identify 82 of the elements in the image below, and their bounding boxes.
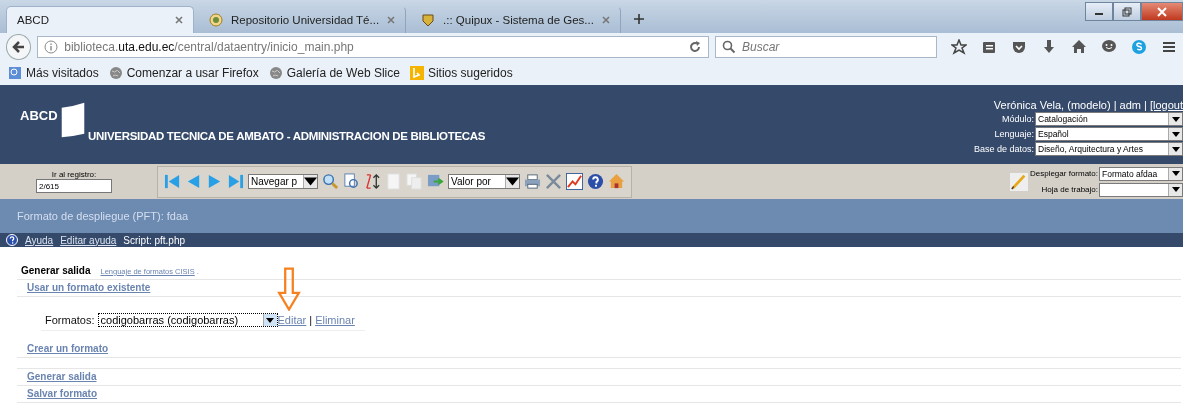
script-name: Script: pft.php — [123, 234, 186, 246]
globe-icon — [268, 66, 283, 80]
address-bar[interactable]: biblioteca.uta.edu.ec/central/dataentry/inicio_main.php — [37, 36, 709, 58]
sort-icon[interactable] — [364, 173, 381, 190]
caret-icon — [266, 317, 274, 323]
value-dropdown[interactable]: Valor por — [448, 174, 520, 189]
bookmark-link[interactable]: Comenzar a usar Firefox — [126, 66, 259, 80]
select-label: Lenguaje: — [994, 129, 1034, 139]
shield-icon — [421, 13, 436, 27]
worksheet-dropdown[interactable] — [1099, 182, 1183, 197]
plus-icon[interactable] — [632, 13, 645, 25]
caret-icon — [1171, 171, 1180, 176]
chat-icon[interactable] — [1101, 39, 1117, 55]
create-format-link[interactable]: Crear un formato — [27, 343, 109, 354]
seal-icon — [209, 13, 223, 27]
minimize-button[interactable] — [1085, 2, 1113, 21]
period-text: . — [196, 267, 199, 276]
help-link[interactable]: Ayuda — [25, 234, 54, 246]
bing-icon — [409, 66, 424, 80]
bookmark-link[interactable]: Sitios sugeridos — [427, 66, 513, 80]
close-icon — [1157, 6, 1167, 17]
edit-link[interactable]: Editar — [277, 314, 307, 326]
institution-title: UNIVERSIDAD TECNICA DE AMBATO - ADMINISTRACION DE BIBLIOTECAS — [88, 130, 486, 142]
clipboard-icon[interactable] — [981, 39, 997, 55]
format-dropdown[interactable]: Formato afdaa — [1099, 166, 1183, 181]
navigate-dropdown[interactable]: Navegar p — [248, 174, 318, 189]
restore-button[interactable] — [1113, 2, 1141, 21]
record-label: Ir al registro: — [51, 170, 97, 179]
bookmark-link[interactable]: Galería de Web Slice — [286, 66, 400, 80]
back-arrow-icon — [10, 39, 27, 55]
generate-output-link[interactable]: Generar salida — [27, 371, 97, 382]
use-format-link[interactable]: Usar un formato existente — [27, 282, 151, 293]
abcd-logo: ABCD — [18, 100, 88, 142]
info-icon — [44, 40, 59, 54]
search-icon[interactable] — [322, 173, 339, 190]
user-info: Verónica Vela, (modelo) | adm | — [993, 99, 1148, 111]
arrow-annotation — [277, 267, 301, 311]
star-icon[interactable] — [951, 39, 967, 55]
close-icon[interactable] — [175, 16, 183, 24]
formats-label: Formatos: — [45, 314, 95, 326]
delete-link[interactable]: Eliminar — [315, 314, 355, 326]
browser-tab[interactable]: ABCD — [6, 6, 194, 33]
dropdown[interactable]: Catalogación — [1035, 112, 1183, 126]
format-label: Desplegar formato: — [1029, 169, 1098, 178]
chart-icon[interactable] — [566, 173, 583, 190]
document-search-icon[interactable] — [343, 173, 360, 190]
bookmark-link[interactable]: Más visitados — [26, 66, 99, 80]
select-label: Módulo: — [1001, 114, 1034, 124]
menu-icon[interactable] — [1161, 39, 1177, 55]
logout-link[interactable]: [logout — [1149, 99, 1183, 111]
record-field[interactable]: 2/615 — [36, 179, 112, 193]
bookmarks-icon — [8, 66, 22, 80]
close-icon[interactable] — [601, 16, 610, 24]
search-field[interactable]: Buscar — [715, 36, 937, 58]
help-icon[interactable] — [587, 173, 604, 190]
url-text: biblioteca.uta.edu.ec/central/dataentry/inicio_main.php — [64, 40, 355, 54]
close-button[interactable] — [1141, 2, 1183, 21]
page-title: Formato de despliegue (PFT): fdaa — [17, 210, 189, 222]
caret-icon — [1171, 187, 1180, 192]
back-button[interactable] — [6, 34, 32, 60]
separator-text: | — [309, 314, 313, 326]
download-icon[interactable] — [1041, 39, 1057, 55]
search-icon — [722, 40, 736, 54]
select-label: Base de datos: — [973, 144, 1034, 154]
skype-icon[interactable] — [1131, 39, 1147, 55]
reload-icon[interactable] — [688, 40, 702, 54]
dropdown[interactable]: Español — [1035, 127, 1183, 141]
home-icon[interactable] — [608, 173, 625, 190]
minimize-icon — [1095, 13, 1103, 15]
globe-icon — [108, 66, 123, 80]
close-icon[interactable] — [387, 16, 396, 24]
worksheet-label: Hoja de trabajo: — [1041, 185, 1098, 194]
help-icon — [6, 234, 18, 246]
edit-help-link[interactable]: Editar ayuda — [60, 234, 117, 246]
section-heading: Generar salida — [21, 265, 91, 276]
home-icon[interactable] — [1071, 39, 1087, 55]
formats-dropdown[interactable]: codigobarras (codigobarras) — [97, 313, 278, 327]
save-format-link[interactable]: Salvar formato — [27, 388, 98, 399]
dropdown[interactable]: Diseño, Arquitectura y Artes — [1035, 142, 1183, 156]
pocket-icon[interactable] — [1011, 39, 1027, 55]
printer-icon[interactable] — [524, 173, 541, 190]
restore-icon — [1122, 6, 1132, 17]
